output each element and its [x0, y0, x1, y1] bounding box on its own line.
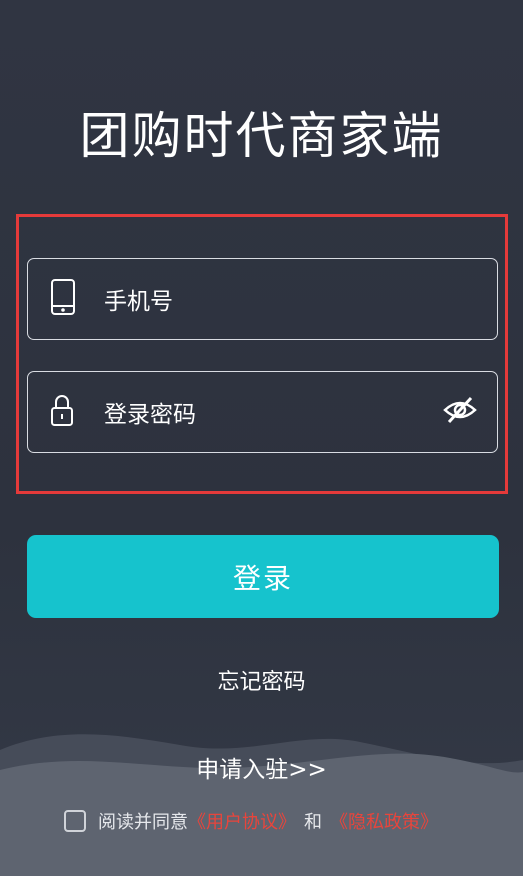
wave-decoration — [0, 734, 523, 876]
agreement-checkbox[interactable] — [64, 810, 86, 832]
eye-slash-icon[interactable] — [443, 395, 477, 429]
agreement-connector: 和 — [304, 812, 322, 833]
phone-icon — [50, 278, 76, 320]
agreement-prefix: 阅读并同意 — [98, 812, 188, 833]
agreement-row: 阅读并同意 《用户协议》 和 《隐私政策》 — [64, 807, 438, 835]
password-placeholder: 登录密码 — [104, 402, 196, 428]
login-button[interactable]: 登录 — [27, 535, 499, 618]
privacy-policy-link[interactable]: 《隐私政策》 — [330, 808, 438, 834]
user-agreement-link[interactable]: 《用户协议》 — [188, 808, 296, 834]
phone-placeholder: 手机号 — [104, 289, 173, 315]
apply-entry-link[interactable]: 申请入驻>> — [0, 750, 523, 784]
phone-field[interactable]: 手机号 — [27, 258, 498, 340]
lock-icon — [50, 393, 74, 431]
page-title: 团购时代商家端 — [79, 107, 444, 165]
password-field[interactable]: 登录密码 — [27, 371, 498, 453]
forgot-password-link[interactable]: 忘记密码 — [0, 664, 523, 696]
